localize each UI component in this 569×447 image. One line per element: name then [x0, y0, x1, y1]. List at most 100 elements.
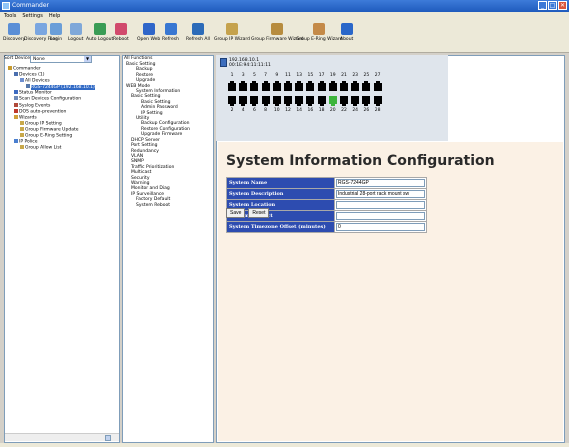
menu-help[interactable]: Help: [49, 12, 60, 20]
window-title: Commander: [12, 2, 49, 9]
config-input-system-name[interactable]: [336, 179, 425, 187]
port-14[interactable]: [295, 96, 304, 106]
port-23[interactable]: [351, 81, 360, 91]
tree-node-icon: [8, 66, 12, 70]
port-16[interactable]: [306, 96, 315, 106]
port-5[interactable]: [250, 81, 259, 91]
toolbar-button-about[interactable]: About: [340, 23, 353, 42]
toolbar-button-logout[interactable]: Logout: [68, 23, 83, 42]
function-item-label: SNMP: [131, 159, 144, 165]
discovery-icon: [8, 23, 21, 35]
port-number: 28: [374, 108, 381, 113]
port-18[interactable]: [317, 96, 326, 106]
tree-item-label: DOS auto-prevention: [19, 109, 67, 115]
port-11[interactable]: [284, 81, 292, 91]
port-17[interactable]: [317, 81, 326, 91]
port-26[interactable]: [362, 96, 371, 106]
port-number: 3: [241, 73, 245, 78]
scroll-thumb[interactable]: [105, 435, 111, 441]
toolbar-button-auto-logout[interactable]: Auto Logout: [86, 23, 113, 42]
tree-item-label: Group E-Ring Setting: [25, 133, 73, 139]
tree-node-icon: [14, 90, 18, 95]
menu-tools[interactable]: Tools: [4, 12, 16, 20]
port-3[interactable]: [239, 81, 248, 91]
config-value-cell: [334, 177, 427, 189]
config-input-system-description[interactable]: [336, 190, 425, 198]
toolbar-label: Login: [50, 37, 63, 42]
device-icon: [220, 58, 227, 67]
config-input-system-location[interactable]: [336, 201, 425, 209]
port-6[interactable]: [250, 96, 259, 106]
toolbar-button-group-ip-wizard[interactable]: Group IP Wizard: [214, 23, 250, 42]
toolbar-button-group-e-ring-wizard[interactable]: Group E-Ring Wizard: [296, 23, 342, 42]
port-15[interactable]: [306, 81, 315, 91]
port-2[interactable]: [228, 96, 236, 106]
port-1[interactable]: [228, 81, 236, 91]
tree-item-label: Scan Devices Configuration: [19, 96, 82, 102]
tree-node-icon: [20, 126, 24, 131]
chevron-down-icon[interactable]: ▼: [84, 56, 91, 62]
menu-settings[interactable]: Settings: [22, 12, 43, 20]
tree-node-icon: [20, 78, 24, 83]
port-22[interactable]: [340, 96, 348, 106]
tree-item-label: Group Allow List: [25, 145, 62, 151]
group-e-ring-wizard-icon: [313, 23, 326, 35]
port-20[interactable]: [328, 96, 337, 106]
toolbar-button-login[interactable]: Login: [50, 23, 62, 42]
tree-item[interactable]: Group Allow List: [8, 145, 118, 151]
port-number: 25: [363, 73, 370, 78]
port-24[interactable]: [351, 96, 360, 106]
config-input-system-contact[interactable]: [336, 212, 425, 220]
config-row: System Timezone Offset (minutes): [226, 221, 427, 233]
port-number: 17: [318, 73, 325, 78]
toolbar-label: Logout: [68, 37, 84, 42]
login-icon: [50, 23, 63, 35]
port-19[interactable]: [328, 81, 337, 91]
function-item[interactable]: System Reboot: [126, 203, 212, 208]
function-item-label: Traffic Prioritization: [131, 164, 175, 170]
port-10[interactable]: [272, 96, 281, 106]
tree-node-icon: [14, 114, 18, 119]
tree-node-icon: [20, 120, 24, 125]
port-number: 27: [374, 73, 381, 78]
port-number: 10: [273, 108, 280, 113]
port-number: 26: [363, 108, 370, 113]
config-table: System NameSystem DescriptionSystem Loca…: [226, 177, 427, 233]
config-input-system-timezone-offset-minutes-[interactable]: [336, 223, 425, 231]
function-item-label: Upgrade Firmware: [141, 132, 183, 138]
port-9[interactable]: [272, 81, 281, 91]
port-21[interactable]: [340, 81, 348, 91]
save-button[interactable]: Save: [226, 208, 246, 218]
sort-select-value: None: [33, 57, 45, 62]
toolbar-button-refresh-all[interactable]: Refresh All: [186, 23, 210, 42]
logout-icon: [69, 23, 82, 35]
function-item-label: Redundancy: [131, 148, 159, 154]
port-8[interactable]: [261, 96, 270, 106]
port-28[interactable]: [373, 96, 382, 106]
port-7[interactable]: [261, 81, 270, 91]
toolbar-button-reboot[interactable]: Reboot: [113, 23, 129, 42]
port-13[interactable]: [295, 81, 304, 91]
port-25[interactable]: [362, 81, 371, 91]
tree-node-icon: [26, 84, 30, 89]
toolbar-button-open-web[interactable]: Open Web: [137, 23, 160, 42]
toolbar-label: Auto Logout: [86, 37, 114, 42]
maximize-button[interactable]: □: [548, 1, 557, 10]
page-title: System Information Configuration: [226, 153, 495, 169]
port-12[interactable]: [284, 96, 292, 106]
port-27[interactable]: [373, 81, 382, 91]
horizontal-scrollbar[interactable]: [5, 433, 119, 441]
minimize-button[interactable]: _: [538, 1, 547, 10]
function-item-label: Monitor and Diag: [131, 186, 170, 192]
port-4[interactable]: [239, 96, 248, 106]
reset-button[interactable]: Reset: [248, 208, 270, 218]
tree-item-label: Wizards: [19, 115, 37, 121]
toolbar-button-discovery[interactable]: Discovery: [3, 23, 25, 42]
sort-select[interactable]: None ▼: [30, 55, 92, 63]
port-number: 21: [341, 73, 347, 78]
toolbar-button-refresh[interactable]: Refresh: [162, 23, 179, 42]
config-label: System Description: [226, 188, 335, 200]
close-button[interactable]: ✕: [558, 1, 567, 10]
function-item-label: System Reboot: [136, 202, 171, 208]
function-item-label: Upgrade: [136, 78, 156, 84]
